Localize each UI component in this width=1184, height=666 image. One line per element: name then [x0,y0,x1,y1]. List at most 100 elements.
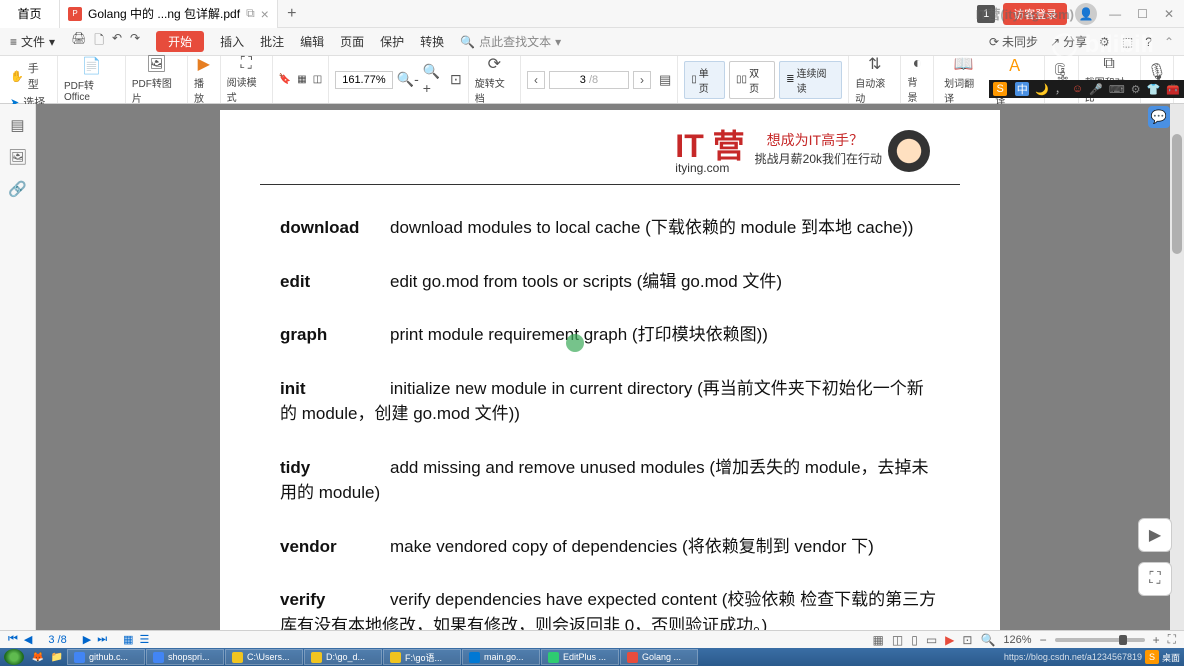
menu-insert[interactable]: 插入 [220,33,244,50]
rotate-doc[interactable]: ⟳旋转文档 [469,56,521,103]
avatar[interactable]: 👤 [1075,3,1097,25]
float-play-icon[interactable]: ▶ [1138,518,1172,552]
view-icon[interactable]: ◫ [313,74,322,85]
zoom-slider[interactable] [1055,638,1145,642]
snap-icon[interactable]: ⊡ [962,633,972,647]
search-box[interactable]: 🔍 点此查找文本 ▾ [460,33,561,50]
page-thumb-icon[interactable]: ▤ [659,72,671,88]
moon-icon[interactable]: 🌙 [1035,83,1049,96]
taskbar-item[interactable]: EditPlus ... [541,649,619,665]
print-icon[interactable]: 🗋 [94,31,104,52]
scrollbar[interactable] [1170,104,1184,630]
fit-page-icon[interactable]: ⊡ [450,71,462,88]
smile-icon[interactable]: ☺ [1072,83,1083,95]
firefox-icon[interactable]: 🦊 [29,650,47,665]
view2-icon[interactable]: ▯ [911,633,918,647]
page-next[interactable]: › [633,71,651,89]
zoom-minus-icon[interactable]: − [1040,633,1047,647]
menu-start[interactable]: 开始 [156,31,204,52]
maximize-button[interactable]: ☐ [1133,7,1152,21]
record-icon[interactable]: ▶ [945,633,954,647]
grid-icon[interactable]: ▦ [873,633,884,647]
play-button[interactable]: ▶播放 [188,56,221,103]
pdf-to-office[interactable]: 📄PDF转Office [58,56,126,103]
menu-page[interactable]: 页面 [340,33,364,50]
skin-tshirt-icon[interactable]: 👕 [1147,83,1161,96]
tab-copy-icon[interactable]: ⧉ [246,6,255,21]
tab-document[interactable]: P Golang 中的 ...ng 包详解.pdf ⧉ × [60,0,278,28]
float-expand-icon[interactable]: ⛶ [1138,562,1172,596]
keyboard-icon[interactable]: ⌨ [1109,83,1125,96]
tray-desktop[interactable]: 桌面 [1162,651,1180,664]
taskbar-item[interactable]: main.go... [462,649,540,665]
word-translate[interactable]: 📖划词翻译 [940,54,987,105]
scrollbar-thumb[interactable] [1172,134,1182,254]
start-button[interactable] [4,649,24,665]
mic-icon[interactable]: 🎤 [1089,83,1103,96]
zoom-plus-icon[interactable]: + [1153,633,1160,647]
help-badge[interactable]: 💬 [1148,106,1170,128]
thumbnail-view-icon[interactable]: ▦ [123,633,133,646]
sogou-icon[interactable]: S [993,82,1007,96]
image-panel-icon[interactable]: 🖼 [8,148,27,166]
tab-close-icon[interactable]: × [261,6,269,22]
page-input[interactable]: 3 /8 [549,71,629,89]
outline-icon[interactable]: ▤ [10,116,24,134]
document-viewport[interactable]: IT 营itying.com 想成为IT高手？ 挑战月薪20k我们在行动 dow… [36,104,1184,630]
minimize-button[interactable]: — [1105,7,1125,21]
zoom-out-small-icon[interactable]: 🔍 [980,633,995,647]
collapse-ribbon-icon[interactable]: ⌃ [1164,33,1174,50]
menu-convert[interactable]: 转换 [420,33,444,50]
auto-scroll[interactable]: ⇅自动滚动 [849,56,901,103]
hand-tool[interactable]: ✋手型 [10,60,49,92]
page-prev[interactable]: ‹ [527,71,545,89]
new-tab-button[interactable]: + [278,5,306,23]
menu-protect[interactable]: 保护 [380,33,404,50]
fullscreen-icon[interactable]: ⛶ [1168,632,1176,647]
reading-mode[interactable]: ⛶阅读模式 [221,56,273,103]
redo-icon[interactable]: ↷ [130,31,140,52]
zoom-in-icon[interactable]: 🔍+ [423,63,446,96]
zoom-level[interactable]: 161.77% [335,71,392,89]
taskbar-item[interactable]: shopspri... [146,649,224,665]
taskbar-item[interactable]: C:\Users... [225,649,303,665]
menu-annotate[interactable]: 批注 [260,33,284,50]
undo-icon[interactable]: ↶ [112,31,122,52]
next-page-icon[interactable]: ▶ [83,633,91,646]
zoom-out-icon[interactable]: 🔍- [397,71,419,88]
last-page-icon[interactable]: ⏭ [97,633,107,646]
tray-watermark: https://blog.csdn.net/a1234567819 [1004,652,1142,662]
layers-icon[interactable]: ▦ [297,74,306,85]
taskbar-item[interactable]: Golang ... [620,649,698,665]
bookmark-icon[interactable]: 🔖 [279,74,291,85]
taskbar-item[interactable]: D:\go_d... [304,649,382,665]
ime-settings-icon[interactable]: ⚙ [1131,83,1141,96]
pdf-to-image[interactable]: 🖼PDF转图片 [126,56,188,103]
tray-sogou-icon[interactable]: S [1145,650,1159,664]
status-page[interactable]: 3 /8 [48,634,66,646]
view3-icon[interactable]: ▭ [926,633,937,647]
status-bar: ⏮ ◀ 3 /8 ▶ ⏭ ▦ ☰ ▦ ◫ ▯ ▭ ▶ ⊡ 🔍 126% − + … [0,630,1184,648]
prev-page-icon[interactable]: ◀ [24,633,32,646]
toolbox-icon[interactable]: 🧰 [1166,83,1180,96]
continuous-chip[interactable]: ≣ 连续阅读 [779,61,842,99]
folder-icon[interactable]: 📁 [48,650,66,665]
double-page-chip[interactable]: ▯▯ 双页 [729,61,775,99]
taskbar-item[interactable]: github.c... [67,649,145,665]
menu-edit[interactable]: 编辑 [300,33,324,50]
float-controls: ▶ ⛶ [1138,518,1172,596]
sync-status[interactable]: ⟳ 未同步 [989,33,1038,50]
menu-file[interactable]: ≡ 文件 ▾ [10,33,55,50]
lang-cn-icon[interactable]: 中 [1015,82,1029,96]
single-page-chip[interactable]: ▯ 单页 [684,61,725,99]
cmd-name: vendor [280,534,390,560]
taskbar-item[interactable]: F:\go语... [383,649,461,665]
outline-view-icon[interactable]: ☰ [140,633,150,646]
save-icon[interactable]: 🖨 [71,31,86,52]
close-button[interactable]: ✕ [1160,7,1178,21]
attachment-icon[interactable]: 🔗 [8,180,27,198]
first-page-icon[interactable]: ⏮ [8,633,18,646]
tab-home[interactable]: 首页 [0,0,60,28]
view1-icon[interactable]: ◫ [892,633,903,647]
background[interactable]: ◐背景 [901,56,934,103]
